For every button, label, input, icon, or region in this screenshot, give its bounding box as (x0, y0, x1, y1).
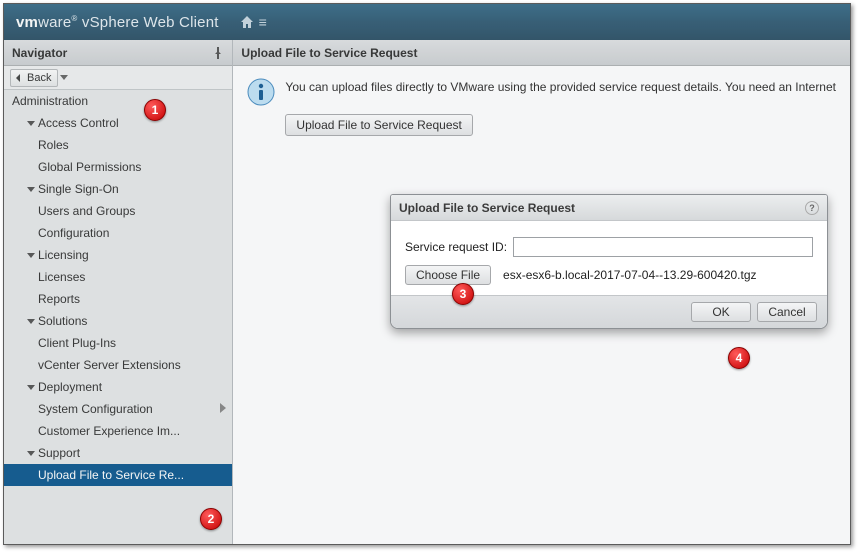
info-icon (247, 78, 275, 106)
tree-item-label: Client Plug-Ins (38, 336, 116, 350)
tree-item-label: vCenter Server Extensions (38, 358, 181, 372)
annotation-marker-2: 2 (200, 508, 222, 530)
tree-group-label: Deployment (38, 380, 102, 394)
tree-group-support[interactable]: Support (4, 442, 232, 464)
tree-root-administration[interactable]: Administration (4, 90, 232, 112)
cancel-button[interactable]: Cancel (757, 302, 817, 322)
ok-button[interactable]: OK (691, 302, 751, 322)
tree-root-label: Administration (12, 94, 88, 108)
tree-group-licensing[interactable]: Licensing (4, 244, 232, 266)
selected-filename: esx-esx6-b.local-2017-07-04--13.29-60042… (503, 268, 756, 282)
tree-group-sso[interactable]: Single Sign-On (4, 178, 232, 200)
help-icon[interactable]: ? (805, 201, 819, 215)
tree-item-users-groups[interactable]: Users and Groups (4, 200, 232, 222)
tree-item-reports[interactable]: Reports (4, 288, 232, 310)
tree-item-label: Licenses (38, 270, 85, 284)
tree-group-label: Solutions (38, 314, 87, 328)
tree-item-roles[interactable]: Roles (4, 134, 232, 156)
choose-file-button[interactable]: Choose File (405, 265, 491, 285)
tree-group-solutions[interactable]: Solutions (4, 310, 232, 332)
tree-item-label: Roles (38, 138, 69, 152)
product-title: vmware® vSphere Web Client (16, 14, 219, 31)
caret-down-icon (26, 185, 36, 193)
upload-dialog: Upload File to Service Request ? Service… (390, 194, 828, 329)
tree-group-access-control[interactable]: Access Control (4, 112, 232, 134)
upload-file-button[interactable]: Upload File to Service Request (285, 114, 472, 136)
main-title: Upload File to Service Request (241, 46, 417, 60)
main-title-bar: Upload File to Service Request (233, 40, 850, 66)
back-label: Back (27, 72, 51, 84)
dialog-title-bar[interactable]: Upload File to Service Request ? (391, 195, 827, 221)
tree-group-label: Access Control (38, 116, 119, 130)
navigator-panel: Navigator Back Administration (4, 40, 233, 544)
home-icon[interactable] (239, 14, 255, 30)
tree-item-upload-file[interactable]: Upload File to Service Re... (4, 464, 232, 486)
nav-tree: Administration Access Control Roles Glob… (4, 90, 232, 544)
pin-icon[interactable] (212, 47, 224, 59)
back-bar: Back (4, 66, 232, 90)
tree-item-licenses[interactable]: Licenses (4, 266, 232, 288)
back-button[interactable]: Back (10, 69, 58, 87)
navigator-title: Navigator (12, 46, 67, 60)
annotation-marker-3: 3 (452, 283, 474, 305)
tree-item-label: Global Permissions (38, 160, 141, 174)
caret-down-icon (26, 119, 36, 127)
tree-item-label: Upload File to Service Re... (38, 468, 184, 482)
app-header: vmware® vSphere Web Client ≡ (4, 4, 850, 40)
caret-down-icon (26, 251, 36, 259)
tree-item-label: Configuration (38, 226, 109, 240)
tree-item-vcenter-ext[interactable]: vCenter Server Extensions (4, 354, 232, 376)
tree-group-deployment[interactable]: Deployment (4, 376, 232, 398)
tree-group-label: Single Sign-On (38, 182, 119, 196)
tree-item-label: Users and Groups (38, 204, 135, 218)
tree-item-configuration[interactable]: Configuration (4, 222, 232, 244)
sr-id-input[interactable] (513, 237, 813, 257)
tree-group-label: Support (38, 446, 80, 460)
tree-item-global-permissions[interactable]: Global Permissions (4, 156, 232, 178)
back-history-dropdown[interactable] (60, 72, 68, 84)
caret-down-icon (26, 449, 36, 457)
navigator-title-bar: Navigator (4, 40, 232, 66)
annotation-marker-1: 1 (144, 99, 166, 121)
tree-item-label: Reports (38, 292, 80, 306)
dialog-title: Upload File to Service Request (399, 201, 575, 215)
annotation-marker-4: 4 (728, 347, 750, 369)
chevron-right-icon (220, 402, 226, 416)
tree-item-label: Customer Experience Im... (38, 424, 180, 438)
tree-group-label: Licensing (38, 248, 89, 262)
info-text: You can upload files directly to VMware … (285, 78, 836, 96)
home-menu-icon[interactable]: ≡ (259, 14, 267, 30)
caret-down-icon (26, 317, 36, 325)
tree-item-system-config[interactable]: System Configuration (4, 398, 232, 420)
tree-item-client-plugins[interactable]: Client Plug-Ins (4, 332, 232, 354)
caret-down-icon (26, 383, 36, 391)
tree-item-label: System Configuration (38, 402, 153, 416)
sr-id-label: Service request ID: (405, 240, 507, 254)
tree-item-customer-experience[interactable]: Customer Experience Im... (4, 420, 232, 442)
